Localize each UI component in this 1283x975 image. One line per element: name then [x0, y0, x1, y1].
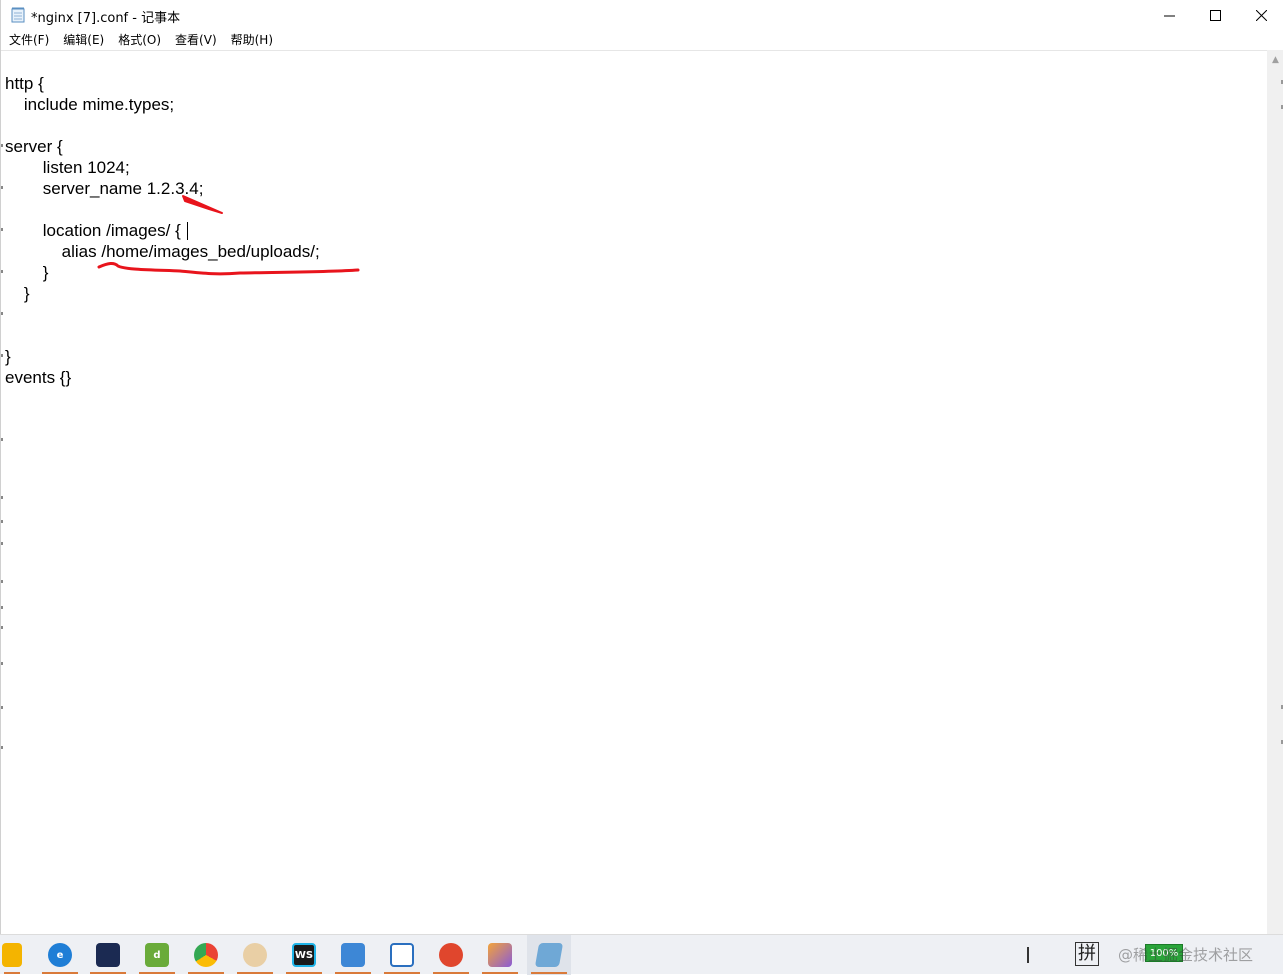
maximize-icon	[1209, 9, 1221, 21]
taskbar-app-diagram[interactable]	[331, 935, 375, 975]
taskbar-app-mountain[interactable]	[478, 935, 522, 975]
taskbar-app-cat[interactable]	[86, 935, 130, 975]
cat-app-icon	[96, 943, 120, 967]
taskbar-app-file-explorer[interactable]	[0, 935, 24, 975]
taskbar: e d WS 拼	[0, 934, 1283, 975]
mountain-app-icon	[488, 943, 512, 967]
taskbar-app-notepad[interactable]	[527, 935, 571, 975]
editor-line: location /images/ {	[5, 221, 181, 240]
webstorm-icon: WS	[292, 943, 316, 967]
text-cursor	[187, 222, 188, 240]
taskbar-app-window[interactable]	[380, 935, 424, 975]
separator-icon	[1027, 947, 1029, 963]
menu-edit[interactable]: 编辑(E)	[56, 30, 111, 50]
menu-bar: 文件(F) 编辑(E) 格式(O) 查看(V) 帮助(H)	[1, 30, 1283, 50]
edge-icon: e	[48, 943, 72, 967]
vertical-scrollbar[interactable]: ▲	[1267, 50, 1283, 934]
snail-app-icon	[439, 943, 463, 967]
dog-avatar-icon	[243, 943, 267, 967]
editor-line: include mime.types;	[5, 95, 175, 114]
taskbar-app-snail[interactable]	[429, 935, 473, 975]
maximize-button[interactable]	[1192, 0, 1238, 30]
editor-line: }	[5, 263, 49, 282]
editor-line: server_name 1.2.3.4;	[5, 179, 204, 198]
scroll-up-arrow-icon[interactable]: ▲	[1267, 50, 1283, 67]
taskbar-app-edge[interactable]: e	[38, 935, 82, 975]
menu-format[interactable]: 格式(O)	[111, 30, 168, 50]
editor-line: http {	[5, 74, 44, 93]
editor-line: }	[5, 347, 11, 366]
text-editor[interactable]: http { include mime.types; server { list…	[1, 50, 1267, 934]
editor-line: server {	[5, 137, 63, 156]
window-app-icon	[390, 943, 414, 967]
taskbar-app-chrome[interactable]	[184, 935, 228, 975]
diagram-app-icon	[341, 943, 365, 967]
taskbar-app-webstorm[interactable]: WS	[282, 935, 326, 975]
file-explorer-icon	[2, 943, 22, 967]
editor-line: alias /home/images_bed/uploads/;	[5, 242, 320, 261]
close-button[interactable]	[1238, 0, 1283, 30]
window-title: *nginx [7].conf - 记事本	[31, 11, 181, 26]
notepad-icon	[11, 7, 25, 23]
chrome-icon	[194, 943, 218, 967]
ime-indicator[interactable]: 拼	[1075, 942, 1099, 966]
left-edge-marks	[1, 50, 4, 934]
close-icon	[1255, 9, 1267, 21]
editor-line: events {}	[5, 368, 72, 387]
title-bar[interactable]: *nginx [7].conf - 记事本	[1, 0, 1283, 30]
editor-line: listen 1024;	[5, 158, 130, 177]
menu-file[interactable]: 文件(F)	[1, 30, 56, 50]
taskbar-app-dog[interactable]	[233, 935, 277, 975]
notepad-window: *nginx [7].conf - 记事本 文件(F) 编辑(E) 格式(O) …	[0, 0, 1283, 934]
taskbar-app-download[interactable]: d	[135, 935, 179, 975]
watermark: @稀土掘金技术社区	[1118, 946, 1254, 964]
notepad-icon	[534, 943, 564, 967]
minimize-button[interactable]	[1146, 0, 1192, 30]
download-manager-icon: d	[145, 943, 169, 967]
editor-line: }	[5, 284, 30, 303]
minimize-icon	[1163, 15, 1175, 16]
menu-view[interactable]: 查看(V)	[168, 30, 224, 50]
menu-help[interactable]: 帮助(H)	[224, 30, 280, 50]
